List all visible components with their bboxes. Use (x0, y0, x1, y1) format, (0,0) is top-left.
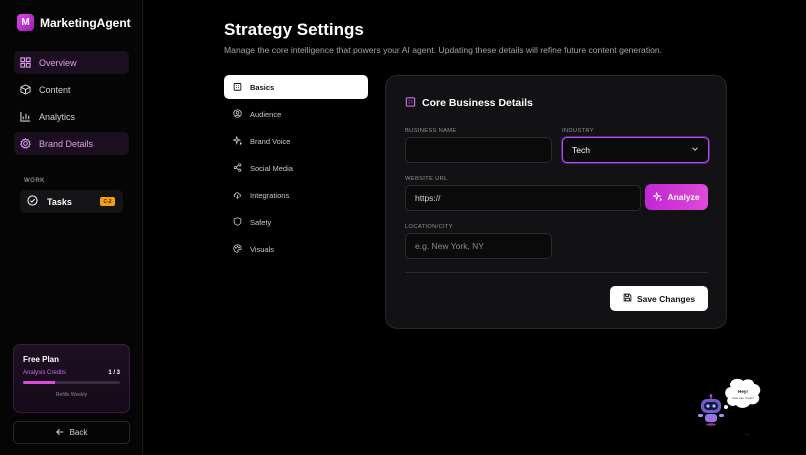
core-business-card: Core Business Details BUSINESS NAME INDU… (385, 75, 727, 329)
business-name-label: BUSINESS NAME (405, 128, 457, 134)
arrow-left-icon (55, 428, 64, 438)
sidebar-item-label: Analytics (39, 111, 76, 122)
sidebar-nav: Overview Content Analytics Brand Details (14, 51, 129, 159)
tab-social-media[interactable]: Social Media (224, 156, 368, 180)
status-dots: ... (745, 431, 750, 437)
tab-integrations[interactable]: Integrations (224, 183, 368, 207)
grid-icon (20, 57, 31, 68)
sidebar-item-label: Overview (39, 57, 77, 68)
assistant-subtext: How can I help? (732, 396, 754, 400)
cloud-icon (233, 190, 242, 201)
analyze-button[interactable]: Analyze (645, 184, 708, 210)
save-changes-button[interactable]: Save Changes (610, 286, 708, 311)
card-title: Core Business Details (405, 96, 533, 110)
sparkles-icon (652, 190, 664, 203)
sidebar-item-label: Brand Details (39, 138, 94, 149)
sidebar-item-content[interactable]: Content (14, 78, 129, 101)
tab-label: Social Media (250, 163, 293, 173)
credits-label: Analysis Credits (23, 370, 67, 376)
work-section-label: WORK (24, 178, 45, 184)
credits-progress-fill (23, 381, 55, 384)
plan-note: Refills Weekly (55, 392, 88, 398)
industry-value: Tech (572, 145, 590, 155)
page-title: Strategy Settings (224, 20, 364, 39)
tab-basics[interactable]: Basics (224, 75, 368, 99)
business-name-input[interactable] (405, 137, 552, 163)
credits-progress-bar (23, 381, 120, 384)
website-label: WEBSITE URL (405, 176, 448, 182)
card-title-text: Core Business Details (422, 97, 533, 109)
sidebar-item-overview[interactable]: Overview (14, 51, 129, 74)
brand-name: MarketingAgent (40, 15, 131, 30)
speech-bubble-icon (724, 378, 761, 409)
analyze-label: Analyze (667, 192, 700, 202)
divider (405, 272, 708, 273)
sidebar-item-brand-details[interactable]: Brand Details (14, 132, 129, 155)
tab-label: Audience (250, 109, 282, 119)
sidebar-item-tasks[interactable]: Tasks C-2 (20, 190, 123, 213)
industry-select[interactable]: Tech (562, 137, 709, 163)
tab-visuals[interactable]: Visuals (224, 237, 368, 261)
tab-label: Safety (250, 217, 272, 227)
page-subtitle: Manage the core intelligence that powers… (224, 45, 663, 55)
brand[interactable]: M MarketingAgent (17, 14, 131, 31)
plan-credits-row: Analysis Credits 1 / 3 (23, 370, 120, 376)
tab-label: Integrations (250, 190, 290, 200)
assistant-greeting: Hey! (738, 389, 748, 394)
gear-icon (20, 138, 31, 149)
building-icon (405, 96, 416, 110)
palette-icon (233, 243, 242, 255)
tasks-badge: C-2 (100, 197, 115, 206)
cube-icon (20, 84, 31, 95)
tab-label: Basics (250, 82, 275, 92)
tab-safety[interactable]: Safety (224, 210, 368, 234)
location-label: LOCATION/CITY (405, 224, 453, 230)
robot-assistant-icon[interactable] (697, 394, 725, 426)
save-icon (623, 293, 632, 304)
tab-label: Visuals (250, 244, 275, 254)
bar-chart-icon (20, 111, 31, 122)
website-input[interactable]: https:// (405, 185, 641, 211)
plan-title: Free Plan (23, 355, 60, 364)
sidebar-item-label: Tasks (47, 196, 72, 207)
location-input[interactable]: e.g. New York, NY (405, 233, 552, 259)
tab-label: Brand Voice (250, 136, 291, 146)
chevron-down-icon (691, 145, 699, 155)
sidebar-item-label: Content (39, 84, 71, 95)
industry-label: INDUSTRY (562, 128, 594, 134)
back-button[interactable]: Back (13, 421, 130, 444)
tab-brand-voice[interactable]: Brand Voice (224, 129, 368, 153)
back-label: Back (69, 428, 88, 437)
settings-tabs: Basics Audience Brand Voice Social Media… (224, 75, 368, 264)
credits-value: 1 / 3 (108, 370, 120, 376)
share-icon (233, 162, 242, 174)
sidebar-item-analytics[interactable]: Analytics (14, 105, 129, 128)
brand-logo: M (17, 14, 34, 31)
building-icon (233, 82, 242, 93)
sidebar: M MarketingAgent Overview Content Analyt… (0, 0, 143, 455)
save-label: Save Changes (636, 293, 696, 304)
shield-icon (233, 216, 242, 228)
check-circle-icon (27, 195, 38, 208)
sparkles-icon (231, 134, 243, 147)
plan-card: Free Plan Analysis Credits 1 / 3 Refills… (13, 344, 130, 413)
user-circle-icon (233, 108, 242, 120)
tab-audience[interactable]: Audience (224, 102, 368, 126)
